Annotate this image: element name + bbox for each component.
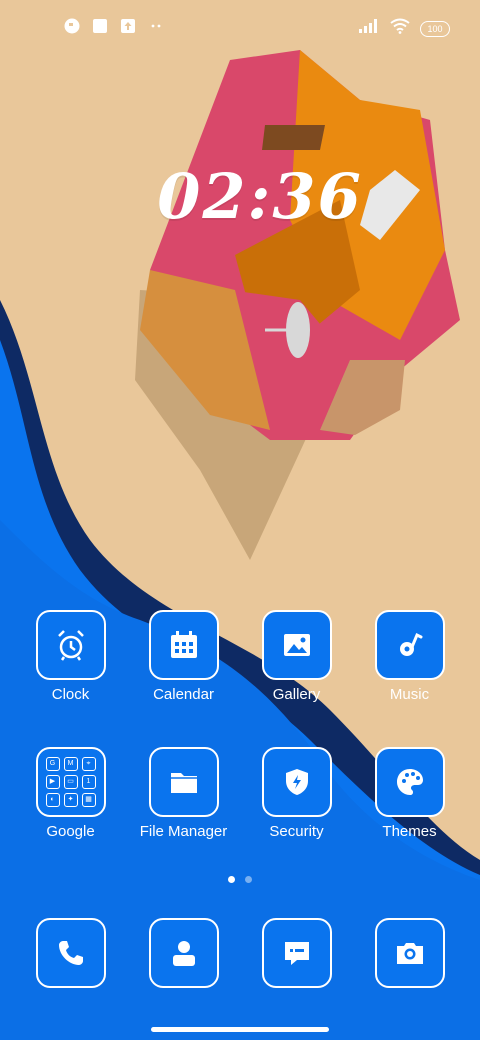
shield-bolt-icon: [285, 769, 308, 795]
upload-notification-icon: [120, 18, 136, 34]
app-themes[interactable]: Themes: [353, 747, 466, 840]
phone-icon: [58, 941, 83, 965]
square-notification-icon: [92, 18, 108, 34]
app-label: File Manager: [139, 823, 228, 840]
folder-mini-app: G: [45, 757, 60, 771]
app-notification-icon: [64, 18, 80, 34]
app-icon[interactable]: [35, 918, 106, 988]
dock-camera[interactable]: [353, 918, 466, 988]
more-dots-icon: [148, 18, 164, 34]
app-security[interactable]: Security: [240, 747, 353, 840]
folder-icon: [170, 773, 197, 793]
app-label: Music: [389, 686, 430, 703]
contact-icon: [172, 941, 195, 966]
camera-icon: [396, 943, 423, 964]
app-file-manager[interactable]: File Manager: [127, 747, 240, 840]
app-gallery[interactable]: Gallery: [240, 610, 353, 703]
alarm-clock-icon: [57, 630, 84, 661]
wallpaper: [0, 0, 480, 1040]
message-icon: [284, 942, 309, 965]
app-icon[interactable]: [35, 610, 106, 680]
app-icon[interactable]: [261, 918, 332, 988]
home-screen: 100 02:36 Clock Calendar Gallery Music G…: [0, 0, 480, 1040]
calendar-icon: [170, 631, 197, 658]
folder-mini-app: M: [63, 757, 78, 771]
clock-widget[interactable]: 02:36: [155, 160, 365, 233]
folder-grid-icon: G M ⌖ ▶ ▭ 1 ◐ ✦ ▦: [45, 757, 96, 807]
palette-icon: [396, 769, 423, 795]
page-dot-active[interactable]: [228, 876, 235, 883]
app-icon[interactable]: [148, 610, 219, 680]
app-label: Security: [269, 823, 324, 840]
app-label: Gallery: [272, 686, 321, 703]
folder-mini-app: ▭: [63, 775, 78, 789]
app-icon[interactable]: [148, 918, 219, 988]
folder-mini-app: ⌖: [81, 757, 96, 771]
folder-icon-grid[interactable]: G M ⌖ ▶ ▭ 1 ◐ ✦ ▦: [35, 747, 106, 817]
status-bar: 100: [0, 0, 480, 56]
app-icon[interactable]: [374, 610, 445, 680]
folder-mini-app: 1: [81, 775, 96, 789]
dock-messages[interactable]: [240, 918, 353, 988]
app-music[interactable]: Music: [353, 610, 466, 703]
notification-icons: [64, 18, 164, 34]
folder-mini-app: ▦: [81, 793, 96, 807]
folder-mini-app: ✦: [63, 793, 78, 807]
music-note-icon: [399, 632, 422, 656]
image-icon: [283, 634, 310, 656]
wifi-icon: [390, 18, 410, 39]
app-clock[interactable]: Clock: [14, 610, 127, 703]
app-icon[interactable]: [148, 747, 219, 817]
dock-contacts[interactable]: [127, 918, 240, 988]
battery-icon: 100: [420, 20, 450, 37]
dock-phone[interactable]: [14, 918, 127, 988]
page-indicator: [0, 876, 480, 883]
system-icons: 100: [358, 18, 450, 39]
app-label: Clock: [51, 686, 90, 703]
app-icon[interactable]: [261, 610, 332, 680]
app-label: Themes: [382, 823, 437, 840]
app-icon[interactable]: [261, 747, 332, 817]
folder-mini-app: ▶: [45, 775, 60, 789]
signal-icon: [358, 18, 380, 39]
app-calendar[interactable]: Calendar: [127, 610, 240, 703]
app-label: Google: [46, 823, 95, 840]
home-indicator[interactable]: [151, 1027, 329, 1032]
page-dot[interactable]: [245, 876, 252, 883]
app-icon[interactable]: [374, 918, 445, 988]
app-label: Calendar: [153, 686, 214, 703]
folder-google[interactable]: G M ⌖ ▶ ▭ 1 ◐ ✦ ▦ Google: [14, 747, 127, 840]
app-icon[interactable]: [374, 747, 445, 817]
folder-mini-app: ◐: [45, 793, 60, 807]
